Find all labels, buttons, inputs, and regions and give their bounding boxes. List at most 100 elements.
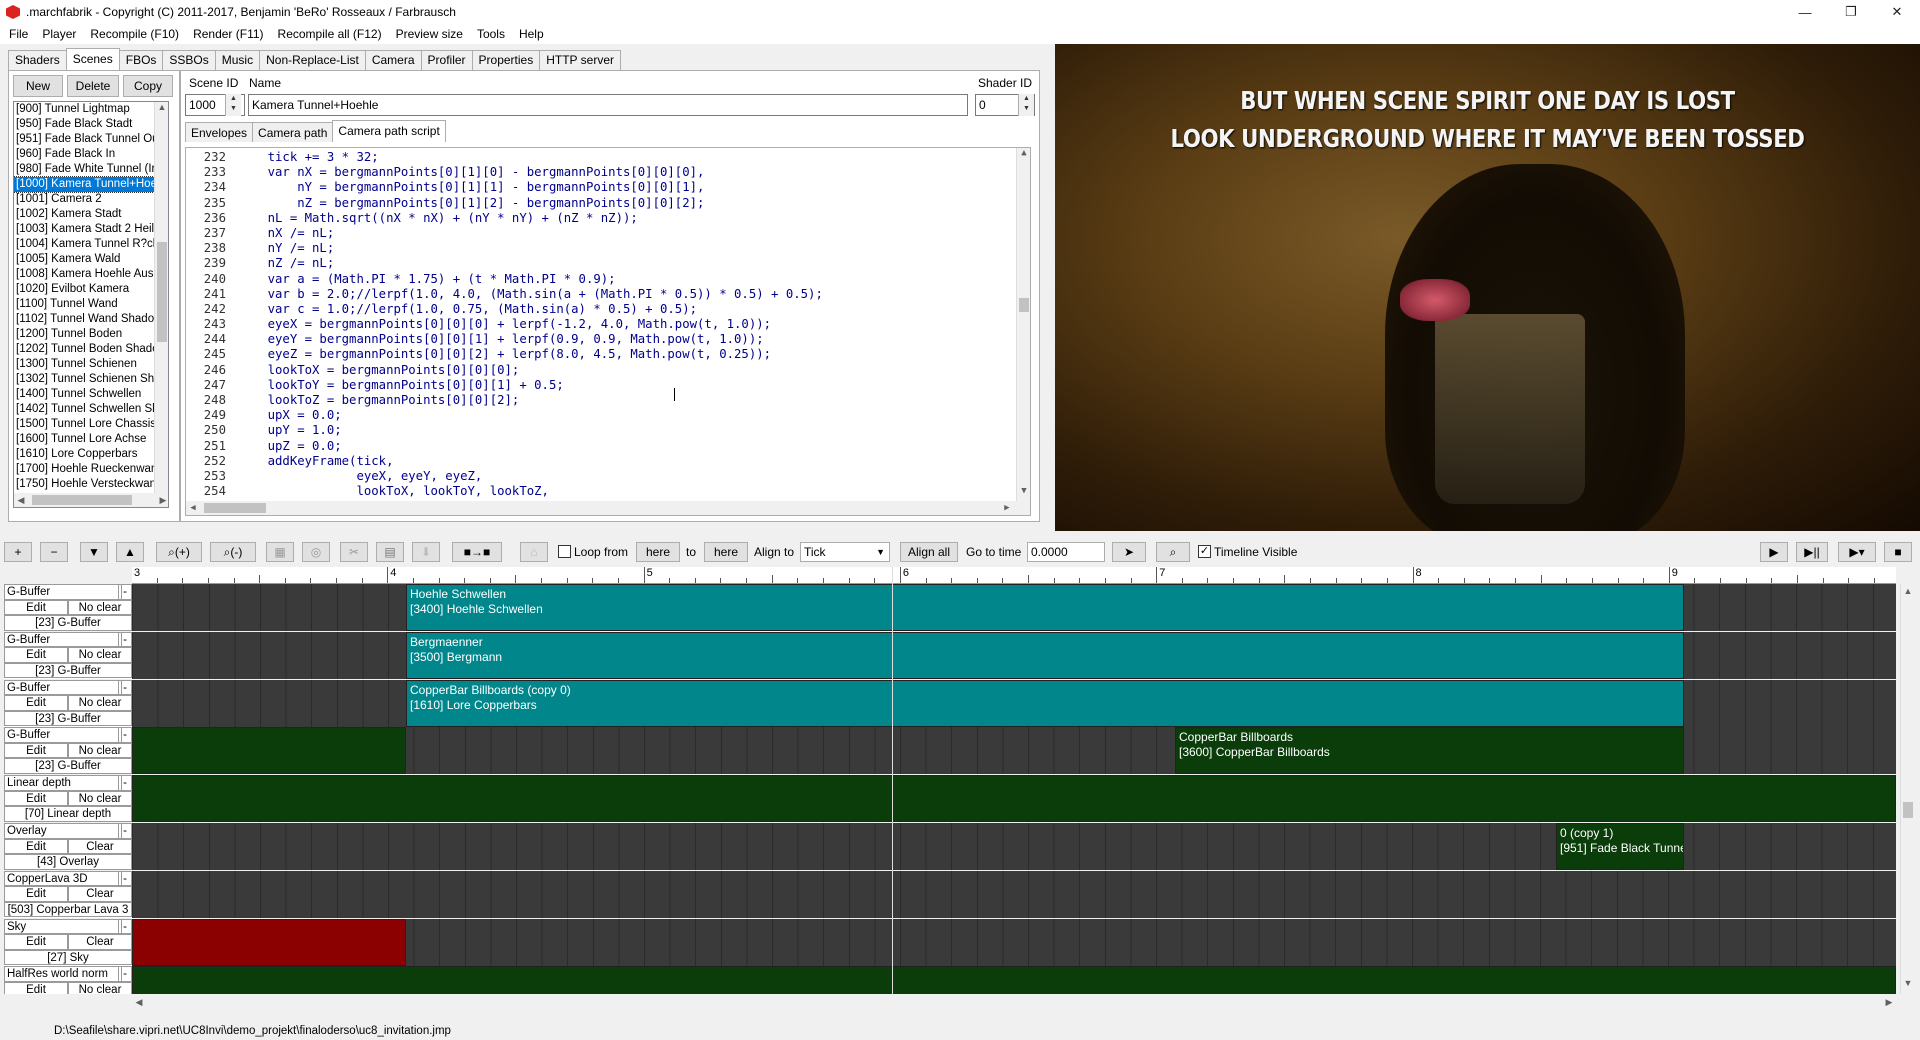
track-edit-button[interactable]: Edit: [4, 695, 68, 711]
scene-list-vscroll[interactable]: ▲: [154, 102, 168, 493]
scene-list-item[interactable]: [900] Tunnel Lightmap: [14, 102, 168, 117]
scroll-up-arrow-icon[interactable]: ▲: [155, 102, 168, 112]
menu-file[interactable]: File: [2, 24, 35, 44]
scene-list-item[interactable]: [1610] Lore Copperbars: [14, 447, 168, 462]
scene-list-item[interactable]: [1000] Kamera Tunnel+Hoe: [14, 176, 168, 193]
menu-help[interactable]: Help: [512, 24, 551, 44]
code-editor[interactable]: 232 tick += 3 * 32; 233 var nX = bergmann…: [185, 147, 1031, 516]
track-edit-button[interactable]: Edit: [4, 838, 68, 854]
track-lane[interactable]: 0 (copy 1)[951] Fade Black Tunnel Out: [132, 823, 1896, 870]
tab-scenes[interactable]: Scenes: [65, 48, 120, 70]
scene-list-item[interactable]: [1100] Tunnel Wand: [14, 297, 168, 312]
scene-list-item[interactable]: [1300] Tunnel Schienen: [14, 357, 168, 372]
track-clear-button[interactable]: Clear: [68, 838, 132, 854]
timeline-clip[interactable]: CopperBar Billboards (copy 0) [1610] Lore…: [406, 679, 1684, 727]
track-edit-button[interactable]: Edit: [4, 647, 68, 663]
scene-list-item[interactable]: [1400] Tunnel Schwellen: [14, 387, 168, 402]
tab-fbos[interactable]: FBOs: [118, 50, 164, 70]
track-lane[interactable]: CopperBar Billboards (copy 0) [1610] Lore…: [132, 679, 1896, 727]
track-edit-button[interactable]: Edit: [4, 886, 68, 902]
scrollbar-thumb[interactable]: [157, 242, 167, 342]
scene-name-input[interactable]: Kamera Tunnel+Hoehle: [248, 94, 968, 116]
playhead[interactable]: [892, 567, 893, 994]
track-edit-button[interactable]: Edit: [4, 934, 68, 950]
menu-render[interactable]: Render (F11): [186, 24, 270, 44]
track-collapse-button[interactable]: -: [118, 679, 132, 696]
loop-checkbox[interactable]: [558, 545, 571, 558]
scene-list-item[interactable]: [1500] Tunnel Lore Chassis: [14, 417, 168, 432]
scene-id-spinner[interactable]: ▲ ▼: [225, 94, 241, 116]
scroll-up-arrow-icon[interactable]: ▲: [1017, 148, 1030, 158]
track-lane[interactable]: [132, 870, 1896, 918]
scrollbar-thumb[interactable]: [204, 503, 266, 513]
track-lane[interactable]: CopperBar Billboards [3600] CopperBar Bil…: [132, 727, 1896, 775]
new-scene-button[interactable]: New: [13, 75, 63, 97]
tab-camera-path[interactable]: Camera path: [252, 122, 334, 142]
timeline-clip[interactable]: [132, 727, 406, 775]
timeline-hscroll[interactable]: ◀ ▶: [132, 996, 1896, 1010]
tab-shaders[interactable]: Shaders: [8, 50, 67, 70]
align-all-button[interactable]: Align all: [900, 542, 958, 562]
scene-list[interactable]: [900] Tunnel Lightmap [950] Fade Black St…: [13, 101, 169, 508]
code-hscroll[interactable]: ◀ ▶: [186, 501, 1030, 515]
tab-music[interactable]: Music: [214, 50, 261, 70]
track-collapse-button[interactable]: -: [118, 870, 132, 887]
scene-list-hscroll[interactable]: ◀ ▶: [14, 493, 168, 507]
scene-list-item[interactable]: [1200] Tunnel Boden: [14, 327, 168, 342]
grid-icon[interactable]: ▦: [266, 542, 294, 562]
scene-list-item[interactable]: [1002] Kamera Stadt: [14, 207, 168, 222]
scroll-left-arrow-icon[interactable]: ◀: [132, 997, 146, 1008]
go-to-time-button[interactable]: ➤: [1112, 542, 1146, 562]
timeline-vscroll[interactable]: ▲ ▼: [1900, 584, 1916, 994]
scene-list-item[interactable]: [1003] Kamera Stadt 2 Heil: [14, 222, 168, 237]
scene-list-item[interactable]: [960] Fade Black In: [14, 147, 168, 162]
zoom-out-button[interactable]: ⌕(-): [210, 542, 256, 562]
scene-list-item[interactable]: [951] Fade Black Tunnel Ou: [14, 132, 168, 147]
timeline-clip[interactable]: [132, 966, 1896, 994]
loop-from-here-button[interactable]: here: [636, 542, 680, 562]
track-collapse-button[interactable]: -: [118, 584, 132, 600]
tab-http-server[interactable]: HTTP server: [539, 50, 622, 70]
move-up-button[interactable]: ▲: [116, 542, 144, 562]
timeline-ruler[interactable]: 3 4 5 6 7 8 9: [132, 567, 1896, 584]
scroll-down-arrow-icon[interactable]: ▼: [1901, 978, 1915, 988]
track-lane[interactable]: [132, 966, 1896, 994]
track-collapse-button[interactable]: -: [118, 631, 132, 648]
play-pause-icon[interactable]: ▶||: [1796, 542, 1828, 562]
track-clear-button[interactable]: No clear: [68, 981, 132, 994]
align-to-select[interactable]: Tick ▼: [800, 542, 890, 562]
track-lane[interactable]: [132, 775, 1896, 823]
stop-icon[interactable]: ■: [1884, 542, 1912, 562]
track-clear-button[interactable]: No clear: [68, 599, 132, 615]
scroll-right-arrow-icon[interactable]: ▶: [1000, 503, 1014, 513]
scroll-down-arrow-icon[interactable]: ▼: [1017, 486, 1030, 496]
track-clear-button[interactable]: Clear: [68, 886, 132, 902]
move-clip-icon[interactable]: ■→■: [452, 542, 502, 562]
timeline-clip[interactable]: 0 (copy 1)[951] Fade Black Tunnel Out: [1556, 823, 1684, 870]
timeline-clip[interactable]: CopperBar Billboards [3600] CopperBar Bil…: [1175, 727, 1684, 775]
scene-list-item[interactable]: [1700] Hoehle Rueckenwan: [14, 462, 168, 477]
track-collapse-button[interactable]: -: [118, 727, 132, 743]
track-clear-button[interactable]: No clear: [68, 742, 132, 759]
menu-recompile-all[interactable]: Recompile all (F12): [271, 24, 389, 44]
scene-list-item[interactable]: [1600] Tunnel Lore Achse: [14, 432, 168, 447]
track-clear-button[interactable]: No clear: [68, 695, 132, 711]
scene-list-item[interactable]: [1750] Hoehle Versteckwan: [14, 477, 168, 492]
timeline-clip[interactable]: Hoehle Schwellen [3400] Hoehle Schwellen: [406, 584, 1684, 631]
insert-icon[interactable]: ⬇: [412, 542, 440, 562]
render-preview[interactable]: BUT WHEN SCENE SPIRIT ONE DAY IS LOST LO…: [1055, 44, 1920, 531]
menu-tools[interactable]: Tools: [470, 24, 512, 44]
scene-list-item[interactable]: [1004] Kamera Tunnel R?ck: [14, 237, 168, 252]
minimize-button[interactable]: —: [1782, 0, 1828, 24]
search-icon[interactable]: ⌕: [1156, 542, 1190, 562]
loop-to-here-button[interactable]: here: [704, 542, 748, 562]
track-clear-button[interactable]: No clear: [68, 790, 132, 807]
track-edit-button[interactable]: Edit: [4, 790, 68, 807]
go-to-time-input[interactable]: 0.0000: [1027, 542, 1105, 562]
tab-non-replace-list[interactable]: Non-Replace-List: [259, 50, 366, 70]
timeline-visible-checkbox[interactable]: ✓: [1198, 545, 1211, 558]
track-lane[interactable]: Bergmaenner [3500] Bergmann: [132, 631, 1896, 679]
tab-properties[interactable]: Properties: [471, 50, 541, 70]
scene-list-item[interactable]: [1202] Tunnel Boden Shado: [14, 342, 168, 357]
scroll-left-arrow-icon[interactable]: ◀: [186, 503, 200, 513]
